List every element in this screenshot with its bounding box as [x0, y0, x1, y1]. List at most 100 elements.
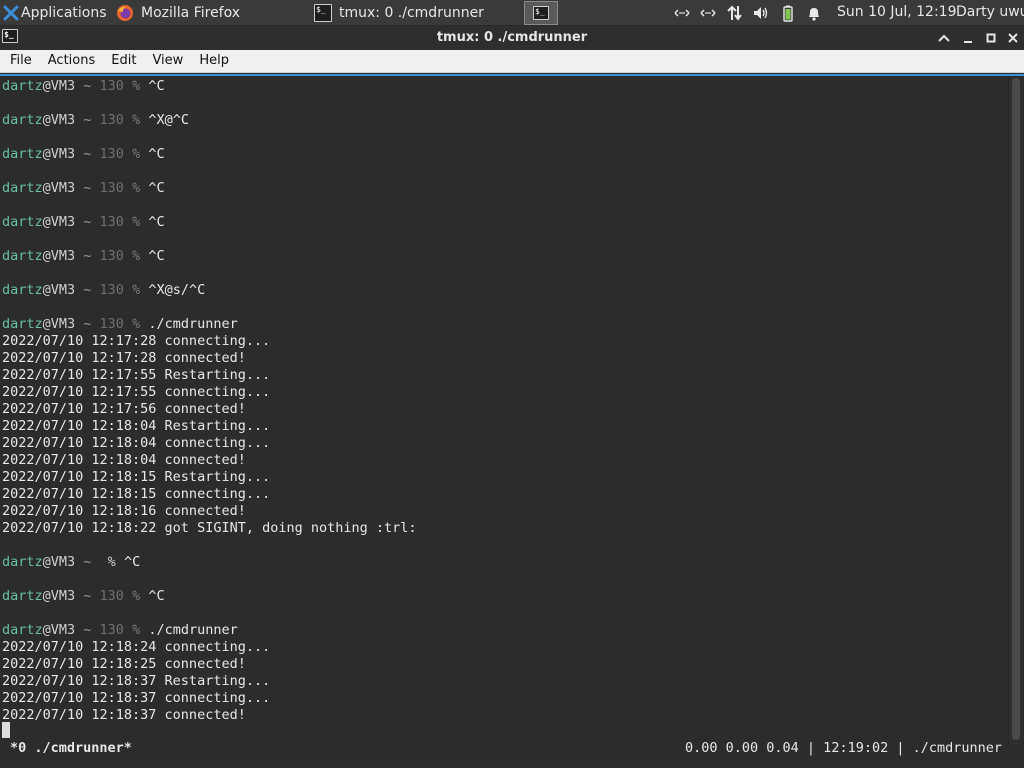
window-titlebar[interactable]: $_ tmux: 0 ./cmdrunner — [0, 26, 1024, 50]
terminal-prompt-line: dartz@VM3 ~ % ^C — [2, 554, 1002, 571]
terminal-output-line: 2022/07/10 12:17:55 connecting... — [2, 384, 271, 400]
terminal-prompt-line: dartz@VM3 ~ 130 % ^C — [2, 180, 1002, 197]
applications-menu[interactable]: Applications — [0, 0, 107, 26]
tmux-status-bar: *0 ./cmdrunner* 0.00 0.00 0.04 | 12:19:0… — [0, 738, 1008, 760]
terminal-icon: $_ — [314, 4, 332, 22]
notification-bell-icon[interactable] — [805, 4, 823, 22]
terminal-output-line: 2022/07/10 12:18:04 connected! — [2, 452, 246, 468]
prompt-symbol: % — [99, 554, 124, 570]
prompt-dir: ~ — [75, 248, 100, 264]
terminal-prompt-line: dartz@VM3 ~ 130 % ^C — [2, 214, 1002, 231]
prompt-host: @VM3 — [42, 248, 76, 264]
terminal-output-line: 2022/07/10 12:17:28 connected! — [2, 350, 246, 366]
clock[interactable]: Sun 10 Jul, 12:19 — [837, 0, 957, 26]
terminal-output-line: 2022/07/10 12:18:37 connecting... — [2, 690, 271, 706]
terminal-prompt-line: dartz@VM3 ~ 130 % ^X@s/^C — [2, 282, 1002, 299]
prompt-exit-status: 130 — [99, 180, 124, 196]
prompt-dir: ~ — [75, 316, 100, 332]
menu-edit[interactable]: Edit — [103, 50, 144, 72]
terminal-scrollbar[interactable] — [1008, 76, 1022, 744]
applications-label: Applications — [21, 5, 107, 21]
menu-actions[interactable]: Actions — [40, 50, 104, 72]
prompt-host: @VM3 — [42, 180, 76, 196]
user-menu[interactable]: Darty uwu — [956, 0, 1024, 26]
top-panel: Applications Mozilla Firefox $_ tmux: 0 … — [0, 0, 1024, 26]
terminal-output[interactable]: dartz@VM3 ~ 130 % ^C dartz@VM3 ~ 130 % ^X… — [2, 78, 1002, 738]
network-secondary-icon[interactable] — [699, 4, 717, 22]
terminal-output-line: 2022/07/10 12:17:28 connecting... — [2, 333, 271, 349]
menubar: File Actions Edit View Help — [0, 50, 1024, 73]
prompt-exit-status: 130 — [99, 112, 124, 128]
menu-view[interactable]: View — [144, 50, 191, 72]
prompt-symbol: % — [123, 282, 149, 298]
prompt-dir: ~ — [75, 554, 100, 570]
terminal-prompt-line: dartz@VM3 ~ 130 % ^C — [2, 588, 1002, 605]
terminal-prompt-line: dartz@VM3 ~ 130 % ./cmdrunner — [2, 316, 1002, 333]
maximize-up-icon[interactable] — [936, 30, 952, 46]
terminal-prompt-line: dartz@VM3 ~ 130 % ^X@^C — [2, 112, 1002, 129]
prompt-host: @VM3 — [42, 554, 76, 570]
task-tmux[interactable]: $_ tmux: 0 ./cmdrunner — [308, 1, 510, 25]
prompt-user: dartz — [2, 588, 43, 604]
close-icon[interactable] — [1005, 30, 1021, 46]
network-icon[interactable] — [673, 4, 691, 22]
prompt-host: @VM3 — [42, 588, 76, 604]
prompt-exit-status: 130 — [99, 248, 124, 264]
terminal-prompt-line: dartz@VM3 ~ 130 % ^C — [2, 78, 1002, 95]
scrollbar-thumb[interactable] — [1012, 78, 1020, 740]
prompt-dir: ~ — [75, 282, 100, 298]
prompt-command: ^C — [148, 146, 165, 162]
prompt-command: ^C — [148, 588, 165, 604]
prompt-symbol: % — [123, 248, 149, 264]
menu-file[interactable]: File — [2, 50, 40, 72]
prompt-symbol: % — [123, 316, 149, 332]
task-firefox[interactable]: Mozilla Firefox — [110, 1, 308, 25]
terminal-prompt-line: dartz@VM3 ~ 130 % ^C — [2, 248, 1002, 265]
prompt-host: @VM3 — [42, 282, 76, 298]
minimize-icon[interactable] — [960, 30, 976, 46]
prompt-exit-status: 130 — [99, 588, 124, 604]
prompt-symbol: % — [123, 112, 149, 128]
prompt-command: ^C — [123, 554, 141, 570]
tmux-window-list[interactable]: *0 ./cmdrunner* — [10, 740, 132, 756]
prompt-symbol: % — [123, 588, 149, 604]
prompt-dir: ~ — [75, 112, 100, 128]
prompt-exit-status: 130 — [99, 214, 124, 230]
prompt-dir: ~ — [75, 146, 100, 162]
transfer-arrows-icon[interactable] — [726, 4, 744, 22]
prompt-host: @VM3 — [42, 316, 76, 332]
prompt-host: @VM3 — [42, 622, 76, 638]
terminal-output-line: 2022/07/10 12:18:04 connecting... — [2, 435, 271, 451]
prompt-command: ^C — [148, 78, 165, 94]
prompt-user: dartz — [2, 248, 43, 264]
prompt-user: dartz — [2, 622, 43, 638]
terminal-cursor — [2, 722, 10, 738]
terminal-output-line: 2022/07/10 12:18:04 Restarting... — [2, 418, 271, 434]
task-firefox-label: Mozilla Firefox — [141, 5, 241, 21]
firefox-icon — [117, 5, 133, 21]
prompt-symbol: % — [123, 214, 149, 230]
prompt-command: ^C — [148, 180, 165, 196]
volume-icon[interactable] — [752, 4, 770, 22]
workspace-switcher[interactable]: $_ — [524, 1, 558, 25]
terminal-output-line: 2022/07/10 12:18:22 got SIGINT, doing no… — [2, 520, 417, 536]
restore-icon[interactable] — [983, 30, 999, 46]
prompt-exit-status: 130 — [99, 78, 124, 94]
menu-help[interactable]: Help — [191, 50, 237, 72]
prompt-user: dartz — [2, 214, 43, 230]
battery-icon[interactable] — [779, 4, 797, 22]
prompt-exit-status: 130 — [99, 146, 124, 162]
prompt-dir: ~ — [75, 588, 100, 604]
prompt-exit-status: 130 — [99, 316, 124, 332]
prompt-dir: ~ — [75, 214, 100, 230]
terminal-area[interactable]: dartz@VM3 ~ 130 % ^C dartz@VM3 ~ 130 % ^X… — [0, 74, 1024, 768]
prompt-symbol: % — [123, 180, 149, 196]
